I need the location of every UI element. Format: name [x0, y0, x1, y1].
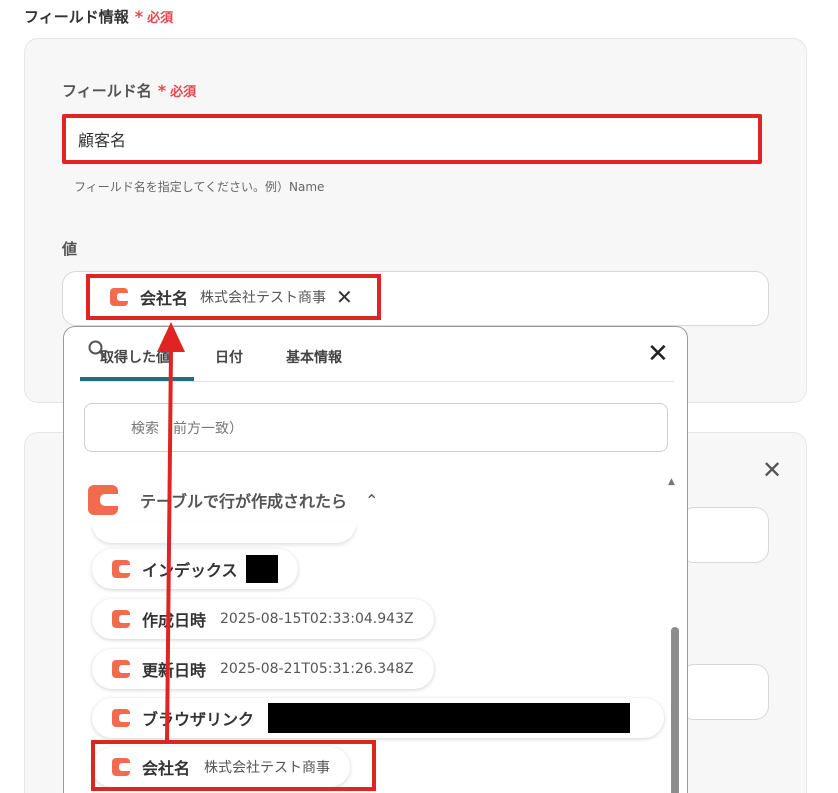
- group-label: テーブルで行が作成されたら: [140, 492, 348, 511]
- tab-divider: [80, 381, 674, 382]
- token-value: 株式会社テスト商事: [200, 290, 327, 306]
- required-star: *: [134, 7, 144, 26]
- field-name-hint: フィールド名を指定してください。例）Name: [74, 180, 325, 194]
- trigger-group-header[interactable]: テーブルで行が作成されたら ⌃: [88, 485, 378, 515]
- item-value: 2025-08-15T02:33:04.943Z: [220, 611, 414, 627]
- list-item-browser-link[interactable]: ブラウザリンク: [92, 698, 664, 738]
- highlight-box: [91, 740, 376, 791]
- card2-input-second[interactable]: [680, 664, 769, 720]
- redacted-value: [268, 703, 631, 733]
- value-label: 値: [62, 240, 78, 258]
- close-icon[interactable]: ✕: [762, 456, 782, 484]
- tab-acquired-values[interactable]: 取得した値: [100, 347, 170, 367]
- list-item-updated-at[interactable]: 更新日時 2025-08-21T05:31:26.348Z: [92, 649, 434, 689]
- item-label: ブラウザリンク: [142, 710, 255, 729]
- item-label: 作成日時: [142, 611, 207, 630]
- required-star: *: [157, 81, 167, 100]
- card2-input[interactable]: [680, 507, 769, 563]
- scrollbar-thumb[interactable]: [671, 627, 679, 793]
- app-icon: [110, 288, 128, 306]
- item-value: 2025-08-21T05:31:26.348Z: [220, 661, 414, 677]
- tab-date[interactable]: 日付: [215, 347, 243, 367]
- field-name-input[interactable]: 顧客名: [62, 114, 762, 164]
- section-title: フィールド情報 * 必須: [24, 6, 173, 27]
- list-item-created-at[interactable]: 作成日時 2025-08-15T02:33:04.943Z: [92, 599, 434, 639]
- token-label: 会社名: [140, 289, 189, 308]
- required-badge: 必須: [147, 11, 174, 26]
- search-icon: [88, 340, 106, 358]
- redacted-value: [245, 555, 278, 583]
- scroll-up-icon[interactable]: ▲: [668, 477, 675, 487]
- app-icon: [112, 709, 130, 727]
- list-item-index[interactable]: インデックス: [92, 549, 298, 589]
- tab-basic-info[interactable]: 基本情報: [286, 347, 342, 367]
- chevron-up-icon[interactable]: ⌃: [365, 491, 378, 510]
- close-icon[interactable]: ✕: [647, 341, 669, 367]
- search-input[interactable]: 検索（前方一致）: [84, 403, 668, 452]
- field-name-label-text: フィールド名: [62, 82, 152, 100]
- app-icon: [112, 660, 130, 678]
- list-item-partial[interactable]: [92, 523, 356, 543]
- required-badge: 必須: [170, 85, 197, 100]
- app-icon: [88, 485, 118, 515]
- field-name-label: フィールド名 * 必須: [62, 80, 196, 101]
- app-icon: [112, 560, 130, 578]
- remove-token-icon[interactable]: ✕: [336, 287, 353, 307]
- value-token-pill[interactable]: 会社名 株式会社テスト商事 ✕: [86, 274, 381, 320]
- section-title-text: フィールド情報: [24, 8, 129, 26]
- item-label: 更新日時: [142, 661, 207, 680]
- value-picker-dropdown: 取得した値 日付 基本情報 ✕ 検索（前方一致） テーブルで行が作成されたら ⌃…: [63, 326, 688, 793]
- item-label: インデックス: [142, 561, 238, 580]
- app-icon: [112, 610, 130, 628]
